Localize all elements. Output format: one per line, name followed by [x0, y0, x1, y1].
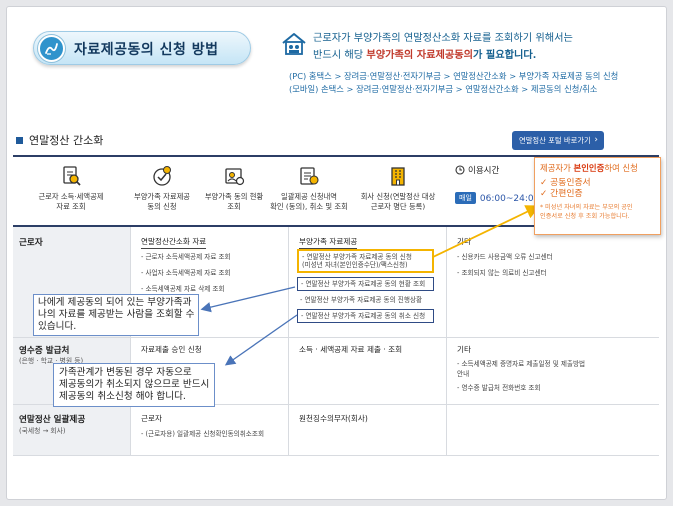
- cert-callout: 제공자가 본인인증하여 신청 ✓ 공동인증서 ✓ 간편인증 * 미성년 자녀의 …: [534, 157, 661, 235]
- callout-line: 가족관계가 변동된 경우 자동으로: [59, 367, 192, 378]
- cert-title-pre: 제공자가: [540, 163, 574, 173]
- cert-title-post: 하여 신청: [604, 163, 638, 173]
- callout-line: 나의 자료를 제공받는 사람을 조회할 수: [38, 309, 195, 320]
- cert-item: ✓ 공동인증서: [540, 178, 655, 189]
- cert-note-line: * 미성년 자녀의 자료는 부모의 공인: [540, 204, 633, 211]
- cert-item-label: 공동인증서: [550, 178, 591, 188]
- check-icon: ✓: [540, 178, 548, 188]
- status-arrow: [200, 286, 296, 313]
- cancel-arrow: [224, 314, 298, 366]
- cert-item-label: 간편인증: [550, 189, 583, 199]
- cert-arrow: [432, 205, 541, 258]
- guide-card: 자료제공동의 신청 방법 근로자가 부양가족의 연말정산소화 자료를 조회하기 …: [6, 6, 667, 500]
- cert-title: 제공자가 본인인증하여 신청: [540, 162, 655, 174]
- cert-note: * 미성년 자녀의 자료는 부모의 공인 인증서로 신청 후 조회 가능합니다.: [540, 203, 655, 221]
- cert-item: ✓ 간편인증: [540, 189, 655, 200]
- check-icon: ✓: [540, 189, 548, 199]
- cert-title-em: 본인인증: [573, 163, 605, 173]
- annotation-arrows: [200, 205, 541, 366]
- cert-list: ✓ 공동인증서 ✓ 간편인증: [540, 178, 655, 200]
- cancel-callout: 가족관계가 변동된 경우 자동으로 제공동의가 취소되지 않으므로 반드시 제공…: [53, 363, 216, 407]
- callout-line: 제공동의가 취소되지 않으므로 반드시: [59, 379, 210, 390]
- callout-line: 나에게 제공동의 되어 있는 부양가족과: [38, 297, 192, 308]
- callout-line: 있습니다.: [38, 321, 77, 332]
- callout-line: 제공동의 취소신청 해야 합니다.: [59, 391, 186, 402]
- cert-note-line: 인증서로 신청 후 조회 가능합니다.: [540, 213, 630, 220]
- status-callout: 나에게 제공동의 되어 있는 부양가족과 나의 자료를 제공받는 사람을 조회할…: [33, 294, 200, 336]
